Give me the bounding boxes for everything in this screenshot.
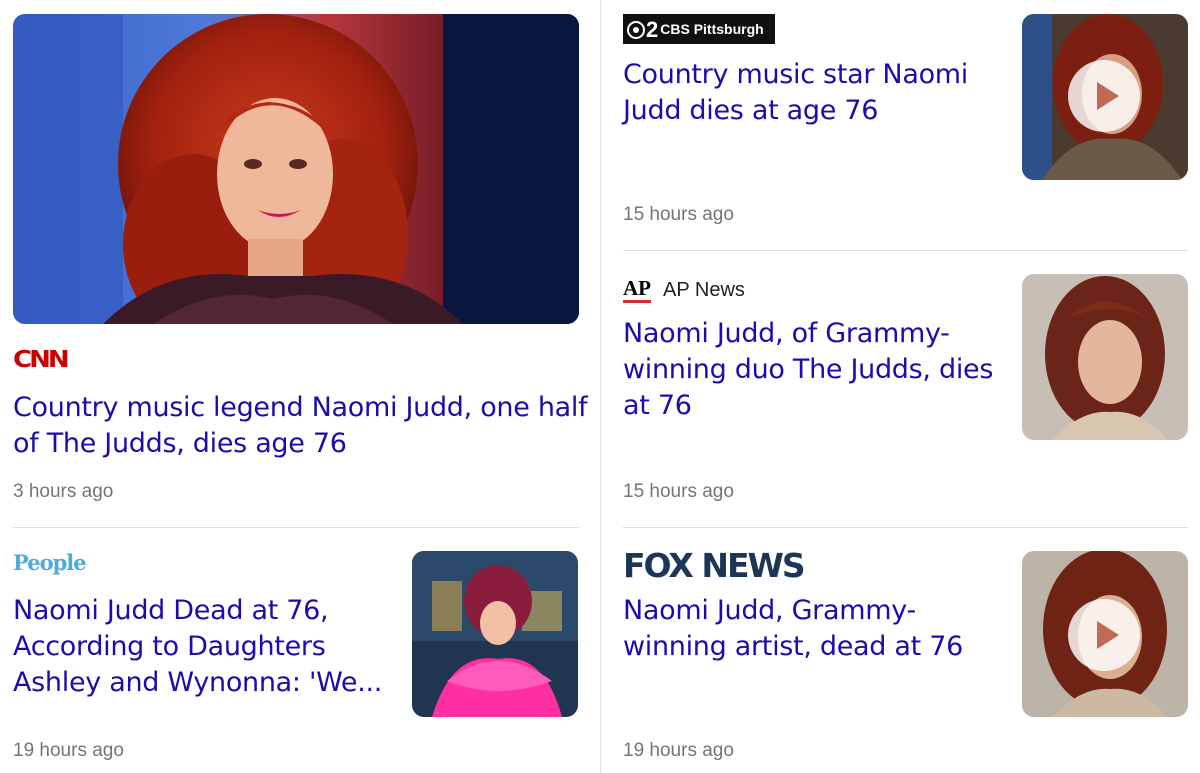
headline-line: winning artist, dead at 76 (623, 631, 963, 662)
channel-number: 2 (646, 17, 659, 43)
timestamp: 15 hours ago (623, 481, 734, 502)
headline-line: Naomi Judd Dead at 76, (13, 595, 329, 626)
people-logo: People (13, 550, 87, 575)
timestamp: 19 hours ago (623, 740, 734, 761)
article-headline-cnn[interactable]: Country music legend Naomi Judd, one hal… (13, 390, 593, 462)
headline-line: at 76 (623, 390, 692, 421)
ap-mark: AP (623, 277, 651, 303)
hero-image[interactable] (13, 14, 579, 324)
headline-line: According to Daughters (13, 631, 326, 662)
play-icon[interactable] (1068, 599, 1140, 671)
divider (623, 250, 1188, 251)
article-headline-fox[interactable]: Naomi Judd, Grammy- winning artist, dead… (623, 593, 1013, 665)
headline-line: winning duo The Judds, dies (623, 354, 994, 385)
divider (623, 527, 1188, 528)
headline-line: Country music legend Naomi Judd, one hal… (13, 392, 588, 423)
article-headline-ap[interactable]: Naomi Judd, of Grammy- winning duo The J… (623, 316, 1013, 424)
divider (13, 527, 579, 528)
timestamp: 19 hours ago (13, 740, 124, 761)
cnn-logo: CNN (13, 346, 70, 374)
fox-news-logo: FOX NEWS (623, 546, 806, 585)
headline-line: of The Judds, dies age 76 (13, 428, 347, 459)
headline-line: Country music star Naomi (623, 59, 968, 90)
play-icon[interactable] (1068, 60, 1140, 132)
source-name: CBS Pittsburgh (660, 21, 764, 37)
video-thumbnail[interactable] (1022, 551, 1188, 717)
article-headline-people[interactable]: Naomi Judd Dead at 76, According to Daug… (13, 593, 403, 701)
cbs-pittsburgh-logo: 2 CBS Pittsburgh (623, 14, 775, 44)
video-thumbnail[interactable] (1022, 14, 1188, 180)
headline-line: Naomi Judd, Grammy- (623, 595, 916, 626)
article-headline-cbs[interactable]: Country music star Naomi Judd dies at ag… (623, 57, 1013, 129)
article-thumbnail[interactable] (1022, 274, 1188, 440)
source-name: AP News (663, 278, 745, 301)
timestamp: 15 hours ago (623, 204, 734, 225)
article-thumbnail[interactable] (412, 551, 578, 717)
headline-line: Naomi Judd, of Grammy- (623, 318, 950, 349)
cbs-eye-icon (627, 21, 645, 40)
headline-line: Ashley and Wynonna: 'We... (13, 667, 383, 698)
column-divider (600, 0, 601, 773)
headline-line: Judd dies at age 76 (623, 95, 879, 126)
timestamp: 3 hours ago (13, 481, 114, 502)
ap-news-logo: AP AP News (623, 276, 745, 304)
